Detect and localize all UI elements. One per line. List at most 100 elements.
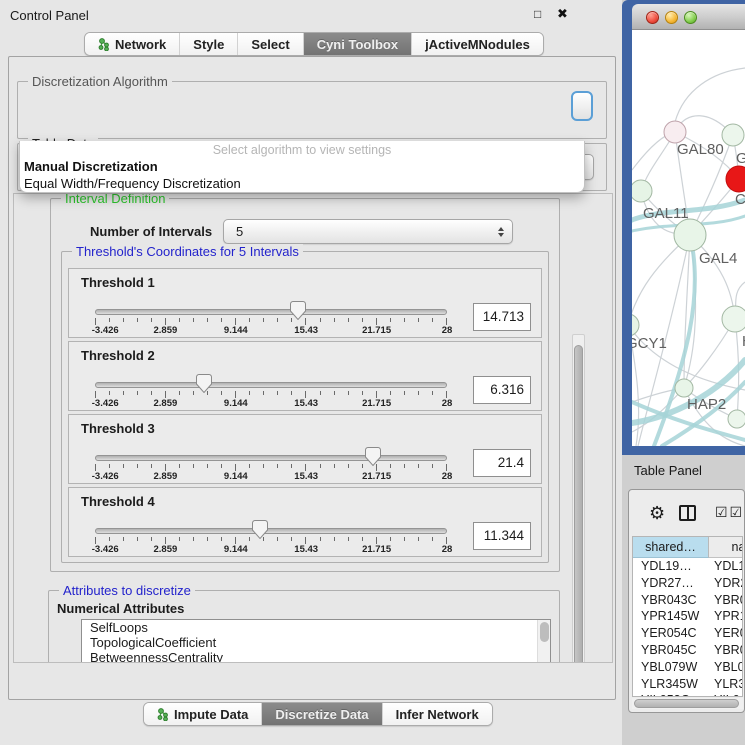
slider-thumb[interactable] [365, 447, 381, 466]
dropdown-item[interactable]: Manual Discretization [20, 158, 584, 175]
tab-select[interactable]: Select [238, 33, 303, 55]
table-row[interactable]: YDR27…YDR2 [633, 575, 742, 592]
network-node-gal11[interactable] [632, 180, 652, 202]
mac-minimize-button[interactable] [665, 11, 678, 24]
network-node-h[interactable] [722, 306, 745, 332]
split-view-icon[interactable] [679, 505, 696, 521]
numerical-attributes-label: Numerical Attributes [57, 601, 184, 616]
tick-label: 21.715 [362, 544, 391, 555]
attribute-item[interactable]: SelfLoops [82, 620, 550, 635]
updown-arrows-icon [498, 227, 504, 237]
threshold-value-field[interactable]: 11.344 [473, 522, 531, 550]
network-node-c[interactable] [726, 166, 745, 192]
threshold-value-field[interactable]: 21.4 [473, 449, 531, 477]
tab-cyni-toolbox[interactable]: Cyni Toolbox [304, 33, 412, 55]
column-header[interactable]: shared… [633, 537, 709, 558]
scrollbar-thumb[interactable] [540, 622, 549, 642]
network-node-gcy1[interactable] [632, 314, 639, 336]
attribute-item[interactable]: BetweennessCentrality [82, 650, 550, 663]
list-scrollbar[interactable] [537, 620, 550, 663]
tab-style[interactable]: Style [180, 33, 238, 55]
table-cell: YDL19… [633, 558, 709, 575]
network-node-hap2[interactable] [675, 379, 693, 397]
slider-thumb[interactable] [290, 301, 306, 320]
tick-label: 9.144 [224, 325, 248, 336]
table-row[interactable]: YPR145WYPR1 [633, 608, 742, 625]
scrollbar-thumb[interactable] [574, 345, 583, 663]
tab-impute-data[interactable]: Impute Data [144, 703, 262, 725]
tab-infer-network[interactable]: Infer Network [383, 703, 492, 725]
tick-label: 21.715 [362, 398, 391, 409]
network-node-ga[interactable] [722, 124, 744, 146]
table-cell: YDR2 [709, 575, 743, 592]
attribute-item[interactable]: TopologicalCoefficient [82, 635, 550, 650]
slider-track[interactable] [95, 309, 447, 315]
network-node-gal80[interactable] [664, 121, 686, 143]
table-row[interactable]: YBR045CYBR0 [633, 642, 742, 659]
table-row[interactable]: YDL19…YDL1 [633, 558, 742, 575]
dropdown-item[interactable]: Equal Width/Frequency Discretization [20, 175, 584, 192]
dropdown-items: Manual DiscretizationEqual Width/Frequen… [20, 158, 584, 192]
threshold-panel: Threshold 1-3.4262.8599.14415.4321.71528… [68, 268, 542, 338]
algorithm-combo-button[interactable] [571, 91, 593, 121]
node-label: C [735, 191, 745, 208]
slider-thumb[interactable] [252, 520, 268, 539]
network-canvas[interactable]: GAL80GACGAL11GAL4GCY1HHAP2 [632, 30, 745, 446]
vertical-scrollbar[interactable] [572, 334, 585, 663]
table-toolbar: ⚙ ☑☑☑ [629, 500, 745, 530]
slider-track[interactable] [95, 528, 447, 534]
select-columns-icons[interactable]: ☑☑☑ [715, 504, 745, 521]
tick-label: 2.859 [154, 325, 178, 336]
tick-label: 21.715 [362, 471, 391, 482]
number-of-intervals-label: Number of Intervals [90, 224, 212, 239]
table-row[interactable]: YBR043CYBR0 [633, 592, 742, 609]
tab-jactivemnodules[interactable]: jActiveMNodules [412, 33, 543, 55]
float-window-icon[interactable]: □ [534, 7, 541, 21]
table-panel-titlebar: Table Panel [622, 455, 745, 485]
table-cell: YBL079W [633, 659, 709, 676]
tab-network[interactable]: Network [85, 33, 180, 55]
node-table[interactable]: shared…na YDL19…YDL1YDR27…YDR2YBR043CYBR… [632, 536, 743, 697]
mac-zoom-button[interactable] [684, 11, 697, 24]
table-row[interactable]: YIL052CYIL0 [633, 692, 742, 697]
table-rows: YDL19…YDL1YDR27…YDR2YBR043CYBR0YPR145WYP… [633, 558, 742, 697]
panel-title: Control Panel [10, 8, 89, 23]
mac-close-button[interactable] [646, 11, 659, 24]
tab-discretize-data[interactable]: Discretize Data [262, 703, 382, 725]
control-panel-window: Control Panel □ ✖ NetworkStyleSelect Cyni… [0, 0, 622, 745]
threshold-panel: Threshold 3-3.4262.8599.14415.4321.71528… [68, 414, 542, 484]
number-of-intervals-value: 5 [236, 224, 243, 239]
numerical-attributes-list[interactable]: SelfLoopsTopologicalCoefficientBetweenne… [81, 619, 551, 663]
number-of-intervals-select[interactable]: 5 [223, 219, 513, 244]
gear-icon[interactable]: ⚙ [649, 503, 665, 524]
horizontal-scrollbar[interactable] [632, 698, 743, 709]
node-label: HAP2 [687, 396, 726, 413]
table-cell: YLR345W [633, 676, 709, 693]
network-node[interactable] [728, 410, 745, 428]
threshold-value-field[interactable]: 6.316 [473, 376, 531, 404]
network-node-gal4[interactable] [674, 219, 706, 251]
network-view-window: GAL80GACGAL11GAL4GCY1HHAP2 [622, 0, 745, 455]
slider-track[interactable] [95, 382, 447, 388]
tab-label: Impute Data [174, 707, 248, 722]
threshold-value-field[interactable]: 14.713 [473, 303, 531, 331]
tab-label: Discretize Data [275, 707, 368, 722]
table-cell: YPR1 [709, 608, 743, 625]
network-graph: GAL80GACGAL11GAL4GCY1HHAP2 [632, 30, 745, 446]
control-panel-titlebar: Control Panel □ ✖ [0, 0, 622, 30]
tab-label: Cyni Toolbox [317, 37, 398, 52]
scrollbar-thumb[interactable] [634, 699, 739, 708]
tick-label: 28 [442, 325, 453, 336]
tick-label: 28 [442, 471, 453, 482]
column-header[interactable]: na [709, 537, 743, 558]
close-icon[interactable]: ✖ [557, 6, 568, 22]
node-label: GA [736, 150, 745, 167]
table-row[interactable]: YBL079WYBL0 [633, 659, 742, 676]
slider-thumb[interactable] [196, 374, 212, 393]
threshold-label: Threshold 3 [81, 421, 155, 436]
slider-track[interactable] [95, 455, 447, 461]
table-row[interactable]: YLR345WYLR3 [633, 676, 742, 693]
table-row[interactable]: YER054CYER0 [633, 625, 742, 642]
tick-label: 9.144 [224, 398, 248, 409]
interval-definition-group: Interval Definition Number of Intervals … [50, 198, 560, 572]
